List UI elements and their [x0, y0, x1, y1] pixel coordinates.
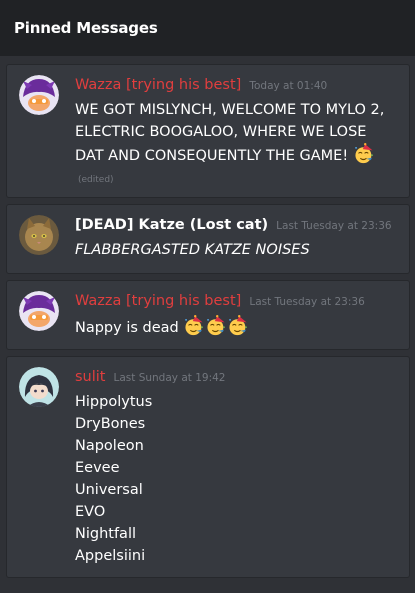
header-title: Pinned Messages	[14, 19, 158, 37]
message-content: Hippolytus DryBones Napoleon Eevee Unive…	[75, 391, 395, 567]
avatar[interactable]	[19, 291, 59, 331]
pinned-message[interactable]: Wazza [trying his best] Last Tuesday at …	[6, 280, 410, 350]
message-line: Napoleon	[75, 438, 144, 454]
partying-face-emoji-icon	[205, 315, 227, 337]
pinned-message[interactable]: Wazza [trying his best] Today at 01:40 W…	[6, 64, 410, 198]
message-text: FLABBERGASTED KATZE NOISES	[75, 242, 310, 258]
timestamp: Last Tuesday at 23:36	[276, 220, 392, 232]
author-name[interactable]: Wazza [trying his best]	[75, 77, 241, 93]
timestamp: Last Sunday at 19:42	[113, 372, 226, 384]
avatar[interactable]	[19, 215, 59, 255]
timestamp: Today at 01:40	[249, 80, 328, 92]
partying-face-emoji-icon	[183, 315, 205, 337]
message-content: WE GOT MISLYNCH, WELCOME TO MYLO 2, ELEC…	[75, 99, 395, 191]
pinned-messages-list[interactable]: Wazza [trying his best] Today at 01:40 W…	[0, 56, 415, 593]
message-line: Nightfall	[75, 526, 137, 542]
pinned-messages-header: Pinned Messages	[0, 0, 415, 56]
pinned-message[interactable]: sulit Last Sunday at 19:42 Hippolytus Dr…	[6, 356, 410, 578]
author-name[interactable]: Wazza [trying his best]	[75, 293, 241, 309]
message-line: DryBones	[75, 416, 146, 432]
author-name[interactable]: [DEAD] Katze (Lost cat)	[75, 217, 268, 233]
author-name[interactable]: sulit	[75, 369, 106, 385]
message-line: Eevee	[75, 460, 120, 476]
message-text: WE GOT MISLYNCH, WELCOME TO MYLO 2, ELEC…	[75, 102, 385, 164]
message-text: Nappy is dead	[75, 320, 179, 336]
message-line: EVO	[75, 504, 106, 520]
message-line: Appelsiini	[75, 548, 146, 564]
message-content: Nappy is dead	[75, 315, 395, 339]
message-line: Hippolytus	[75, 394, 153, 410]
message-line: Universal	[75, 482, 143, 498]
pinned-message[interactable]: [DEAD] Katze (Lost cat) Last Tuesday at …	[6, 204, 410, 274]
edited-label: (edited)	[78, 175, 114, 185]
partying-face-emoji-icon	[227, 315, 249, 337]
avatar[interactable]	[19, 75, 59, 115]
avatar[interactable]	[19, 367, 59, 407]
partying-face-emoji-icon	[353, 143, 375, 165]
timestamp: Last Tuesday at 23:36	[249, 296, 365, 308]
